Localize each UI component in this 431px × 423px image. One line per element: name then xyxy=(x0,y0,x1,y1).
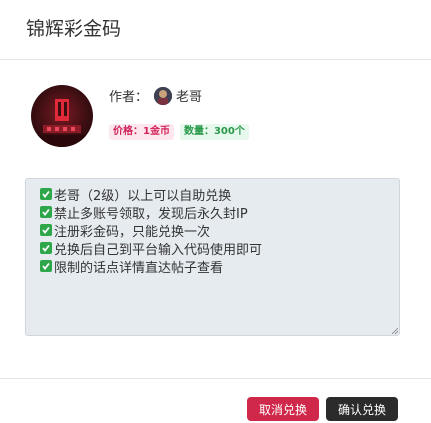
description-line: 限制的话点详情直达帖子查看 xyxy=(40,257,399,276)
check-icon xyxy=(40,242,52,254)
description-textarea[interactable]: 老哥（2级）以上可以自助兑换 禁止多账号领取，发现后永久封IP 注册彩金码，只能… xyxy=(25,178,400,336)
description-line: 注册彩金码，只能兑换一次 xyxy=(40,221,399,240)
meta-row: 价格：1金币 数量：300个 xyxy=(109,124,249,140)
product-avatar xyxy=(31,85,93,147)
author-name[interactable]: 老哥 xyxy=(176,86,202,105)
description-text: 兑换后自己到平台输入代码使用即可 xyxy=(54,242,263,258)
redeem-dialog: 锦辉彩金码 作者： 老哥 价格：1金币 数量：300个 老哥（2级）以上可以自助… xyxy=(0,0,431,423)
confirm-redeem-button[interactable]: 确认兑换 xyxy=(326,397,398,421)
description-text: 限制的话点详情直达帖子查看 xyxy=(54,260,224,276)
description-line: 兑换后自己到平台输入代码使用即可 xyxy=(40,239,399,258)
description-text: 禁止多账号领取，发现后永久封IP xyxy=(54,206,248,222)
check-icon xyxy=(40,224,52,236)
cancel-redeem-button[interactable]: 取消兑换 xyxy=(247,397,319,421)
quantity-badge: 数量：300个 xyxy=(179,124,249,140)
check-icon xyxy=(40,260,52,272)
header-divider xyxy=(0,59,431,60)
price-badge: 价格：1金币 xyxy=(109,124,174,140)
dialog-title: 锦辉彩金码 xyxy=(26,18,122,40)
check-icon xyxy=(40,206,52,218)
description-text: 注册彩金码，只能兑换一次 xyxy=(54,224,211,240)
resize-handle-icon[interactable] xyxy=(392,328,398,334)
description-text: 老哥（2级）以上可以自助兑换 xyxy=(54,188,232,204)
footer-divider xyxy=(0,378,431,379)
check-icon xyxy=(40,188,52,200)
description-line: 禁止多账号领取，发现后永久封IP xyxy=(40,203,399,222)
description-line: 老哥（2级）以上可以自助兑换 xyxy=(40,185,399,204)
author-row: 作者： 老哥 xyxy=(109,86,202,105)
author-avatar[interactable] xyxy=(154,86,173,105)
author-label: 作者： xyxy=(109,90,149,105)
